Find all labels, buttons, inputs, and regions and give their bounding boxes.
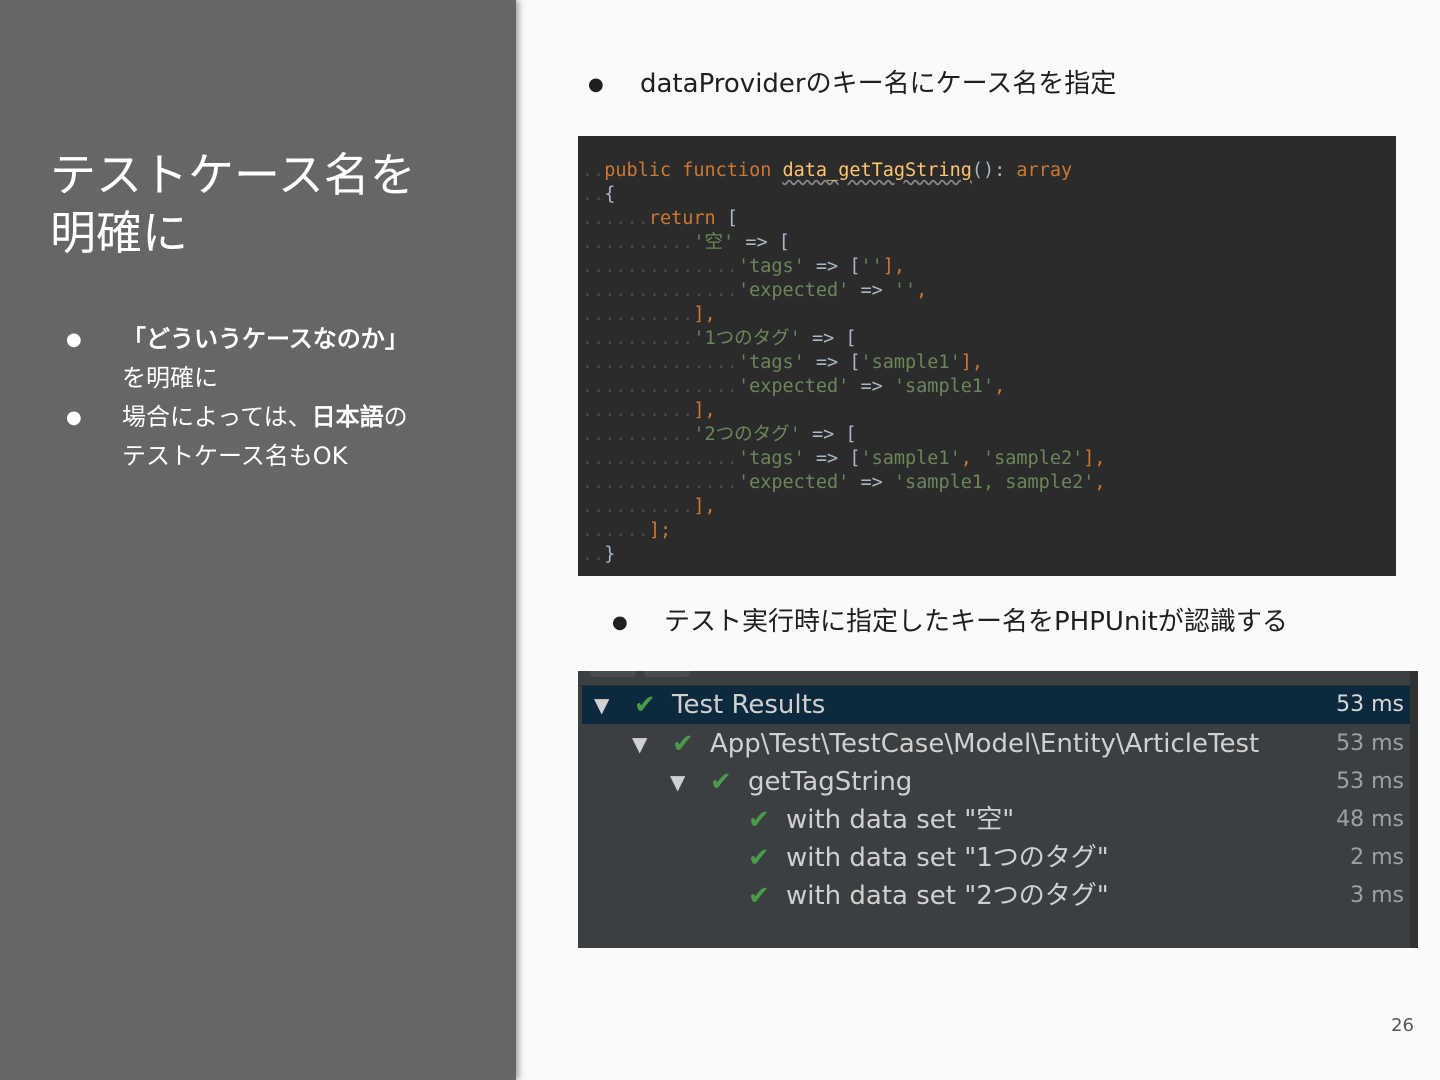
result-label: Test Results (672, 690, 826, 720)
code-string: 'sample1' (860, 352, 961, 373)
check-icon: ✔ (748, 881, 770, 911)
result-label: with data set "空" (786, 805, 1015, 835)
result-row-root[interactable]: ▼ ✔ Test Results 53 ms (582, 686, 1410, 724)
result-time: 2 ms (1350, 845, 1404, 870)
result-label: getTagString (748, 767, 913, 797)
toolbar-strip (578, 671, 1418, 686)
code-token: ]; (648, 520, 672, 541)
code-token: , (1094, 472, 1106, 493)
code-token: [ (726, 208, 738, 229)
check-icon: ✔ (710, 767, 732, 797)
code-keyword: public function (604, 160, 772, 181)
result-row-dataset[interactable]: ✔ with data set "2つのタグ" 3 ms (582, 877, 1410, 915)
code-string: 'expected' (737, 472, 850, 493)
result-label: App\Test\TestCase\Model\Entity\ArticleTe… (710, 729, 1260, 759)
result-row-method[interactable]: ▼ ✔ getTagString 53 ms (582, 763, 1410, 801)
bullet-icon: ● (66, 407, 82, 428)
code-token: , (994, 376, 1006, 397)
check-icon: ✔ (748, 843, 770, 873)
code-token: => [ (745, 232, 790, 253)
result-label: with data set "1つのタグ" (786, 843, 1109, 873)
slide-title-line1: テストケース名を (50, 148, 416, 202)
code-token: ], (693, 496, 716, 517)
main-bullet-mid-text: テスト実行時に指定したキー名をPHPUnitが認識する (664, 607, 1288, 637)
code-screenshot: ..public function data_getTagString(): a… (578, 136, 1396, 576)
sidebar-bullet-1-bold: 「どういうケースなのか」 (122, 325, 409, 353)
main-bullet-mid: ● テスト実行時に指定したキー名をPHPUnitが認識する (612, 604, 1288, 641)
main-bullet-top-text: dataProviderのキー名にケース名を指定 (640, 69, 1117, 99)
sidebar-bullet-2-text-c: テストケース名もOK (122, 442, 348, 470)
code-token: , (916, 280, 928, 301)
result-time: 53 ms (1336, 769, 1404, 794)
sidebar-bullet-list: ● 「どういうケースなのか」 を明確に ● 場合によっては、日本語の テストケー… (66, 320, 486, 476)
sidebar-bullet-2: ● 場合によっては、日本語の テストケース名もOK (66, 398, 486, 476)
result-row-class[interactable]: ▼ ✔ App\Test\TestCase\Model\Entity\Artic… (582, 725, 1410, 763)
code-string: 'tags' (737, 448, 805, 469)
test-results-screenshot: ▼ ✔ Test Results 53 ms ▼ ✔ App\Test\Test… (578, 671, 1418, 948)
main-bullet-top: ● dataProviderのキー名にケース名を指定 (588, 66, 1116, 103)
code-token: , (960, 448, 972, 469)
code-string: 'sample1' (893, 376, 995, 397)
code-token: ], (693, 400, 716, 421)
bullet-icon: ● (588, 73, 604, 95)
code-token: => (860, 472, 883, 493)
code-block: ..public function data_getTagString(): a… (582, 160, 1106, 565)
sidebar-bullet-2-text-b: の (383, 403, 408, 431)
code-string: '空' (693, 232, 735, 253)
code-function-name: data_getTagString (782, 160, 972, 181)
slide-title: テストケース名を 明確に (50, 146, 490, 262)
code-string: '2つのタグ' (693, 424, 801, 445)
code-string: 'expected' (737, 376, 850, 397)
result-time: 48 ms (1336, 807, 1404, 832)
code-string: '' (860, 256, 883, 277)
code-token: => [ (815, 352, 861, 373)
result-row-dataset[interactable]: ✔ with data set "1つのタグ" 2 ms (582, 839, 1410, 877)
result-time: 53 ms (1336, 731, 1404, 756)
check-icon: ✔ (748, 805, 770, 835)
bullet-icon: ● (66, 329, 82, 350)
code-string: 'expected' (737, 280, 850, 301)
result-label: with data set "2つのタグ" (786, 881, 1109, 911)
code-token: => [ (815, 256, 861, 277)
page-number: 26 (1391, 1015, 1414, 1036)
result-time: 53 ms (1336, 692, 1404, 717)
code-token: ], (1083, 448, 1106, 469)
scrollbar-edge (1410, 671, 1418, 948)
result-row-dataset[interactable]: ✔ with data set "空" 48 ms (582, 801, 1410, 839)
code-token: => (860, 280, 883, 301)
code-token: => (860, 376, 883, 397)
check-icon: ✔ (634, 690, 656, 720)
code-string: '' (893, 280, 917, 301)
code-token: { (604, 184, 616, 205)
sidebar-bullet-2-text: 場合によっては、 (122, 403, 312, 431)
code-token: (): (971, 160, 1006, 181)
expand-triangle-icon[interactable]: ▼ (632, 725, 647, 763)
code-token: => [ (811, 328, 857, 349)
result-time: 3 ms (1350, 883, 1404, 908)
bullet-icon: ● (612, 611, 628, 633)
code-token: } (604, 544, 616, 565)
code-string: '1つのタグ' (693, 328, 801, 349)
sidebar-bullet-1: ● 「どういうケースなのか」 を明確に (66, 320, 486, 398)
code-string: 'sample2' (983, 448, 1084, 469)
slide-title-line2: 明確に (50, 206, 188, 260)
check-icon: ✔ (672, 729, 694, 759)
code-string: 'sample1, sample2' (893, 472, 1095, 493)
code-string: 'sample1' (860, 448, 961, 469)
code-token: ], (960, 352, 983, 373)
code-keyword: array (1016, 160, 1073, 181)
code-string: 'tags' (737, 352, 805, 373)
sidebar-bullet-1-text: を明確に (122, 364, 218, 392)
sidebar-panel: テストケース名を 明確に ● 「どういうケースなのか」 を明確に ● 場合によっ… (0, 0, 516, 1080)
code-token: => [ (815, 448, 861, 469)
code-token: ], (693, 304, 716, 325)
code-keyword: return (648, 208, 716, 229)
code-token: => [ (811, 424, 857, 445)
expand-triangle-icon[interactable]: ▼ (670, 763, 685, 801)
sidebar-bullet-2-bold: 日本語 (311, 403, 384, 431)
code-token: ], (882, 256, 906, 277)
expand-triangle-icon[interactable]: ▼ (594, 686, 609, 724)
code-string: 'tags' (737, 256, 805, 277)
